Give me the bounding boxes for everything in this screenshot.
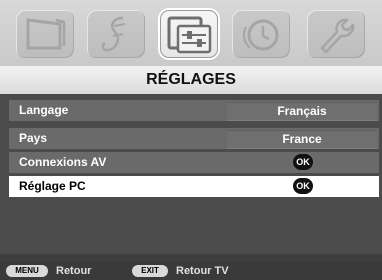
- tab-timer[interactable]: [232, 10, 290, 58]
- menu-item-label: Langage: [19, 103, 69, 117]
- menu-icon-bar: [0, 0, 382, 66]
- menu-item-language[interactable]: Langage Français: [9, 100, 379, 121]
- exit-back-tv-label: Retour TV: [176, 265, 229, 277]
- menu-item-label: Pays: [19, 131, 48, 145]
- language-value[interactable]: Français: [227, 102, 377, 121]
- tab-picture[interactable]: [16, 10, 74, 58]
- ok-button-icon[interactable]: OK: [293, 154, 313, 170]
- wrench-icon: [320, 18, 355, 54]
- menu-item-label: Connexions AV: [19, 155, 107, 169]
- tab-installation[interactable]: [307, 10, 365, 58]
- footer-hints: MENU Retour EXIT Retour TV: [0, 262, 382, 280]
- picture-icon: [26, 18, 66, 50]
- tab-settings[interactable]: [160, 10, 218, 58]
- menu-item-label: Réglage PC: [19, 179, 86, 193]
- music-note-icon: [101, 16, 126, 52]
- tab-sound[interactable]: [87, 10, 145, 58]
- ok-button-icon[interactable]: OK: [293, 178, 313, 194]
- clock-icon: [242, 19, 279, 51]
- settings-panel: Langage Français Pays France Connexions …: [0, 94, 382, 254]
- menu-item-pc-setting[interactable]: Réglage PC OK: [9, 176, 379, 197]
- exit-key-icon: EXIT: [132, 265, 168, 277]
- settings-sliders-icon: [167, 16, 212, 54]
- country-value[interactable]: France: [227, 130, 377, 149]
- menu-item-country[interactable]: Pays France: [9, 128, 379, 149]
- menu-back-label: Retour: [56, 265, 92, 277]
- menu-key-icon: MENU: [6, 265, 48, 277]
- menu-item-av-connections[interactable]: Connexions AV OK: [9, 152, 379, 173]
- page-title: RÉGLAGES: [0, 66, 382, 94]
